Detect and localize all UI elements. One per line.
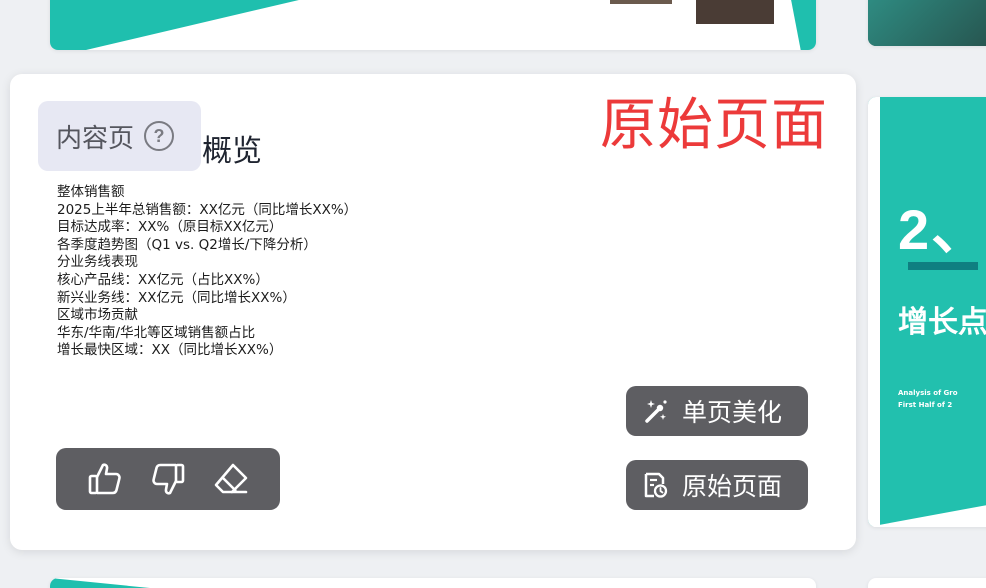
thumbnail-divider — [908, 262, 978, 270]
content-line: 分业务线表现 — [57, 254, 138, 271]
thumbnail-teal-shape — [50, 578, 170, 588]
slide-thumbnail-bottom-left[interactable] — [50, 578, 816, 588]
thumbnail-english-text: Analysis of Gro First Half of 2 — [898, 387, 986, 411]
content-line: 2025上半年总销售额：XX亿元（同比增长XX%） — [57, 201, 358, 218]
magic-wand-icon — [640, 396, 670, 426]
page-title: 概览 — [202, 134, 262, 169]
feedback-toolbar — [56, 448, 280, 510]
thumbnail-section-number: 2、 — [898, 198, 986, 261]
thumbnail-english-line: First Half of 2 — [898, 401, 953, 409]
thumbnail-photo — [868, 0, 986, 46]
thumbnail-section-title: 增长点 — [898, 305, 986, 340]
content-line: 各季度趋势图（Q1 vs. Q2增长/下降分析） — [57, 236, 317, 253]
content-line: 核心产品线：XX亿元（占比XX%） — [57, 271, 269, 288]
thumbnail-edge — [868, 97, 880, 527]
thumbnail-photo — [696, 0, 774, 24]
slide-thumbnail-bottom-right[interactable] — [868, 578, 986, 588]
page-type-tag: 内容页 ? — [38, 101, 201, 171]
thumbs-up-icon[interactable] — [84, 458, 126, 500]
content-line: 整体销售额 — [57, 184, 125, 200]
thumbs-down-icon[interactable] — [147, 458, 189, 500]
original-page-label: 原始页面 — [682, 472, 783, 501]
slide-thumbnail-right[interactable]: 2、 增长点 Analysis of Gro First Half of 2 — [868, 97, 986, 527]
slide-content: 整体销售额 2025上半年总销售额：XX亿元（同比增长XX%） 目标达成率：XX… — [57, 184, 357, 360]
thumbnail-teal-shape — [788, 0, 816, 50]
page-type-label: 内容页 — [56, 123, 135, 154]
content-line: 区域市场贡献 — [57, 307, 138, 324]
eraser-icon[interactable] — [210, 458, 252, 500]
thumbnail-teal-shape — [50, 0, 350, 50]
content-line: 华东/华南/华北等区域销售额占比 — [57, 324, 256, 341]
thumbnail-photo — [610, 0, 672, 4]
annotation-label: 原始页面 — [600, 93, 828, 158]
beautify-page-label: 单页美化 — [682, 398, 783, 427]
slide-card: 概览 内容页 ? 原始页面 整体销售额 2025上半年总销售额：XX亿元（同比增… — [10, 74, 856, 550]
content-line: 新兴业务线：XX亿元（同比增长XX%） — [57, 289, 296, 306]
thumbnail-english-line: Analysis of Gro — [898, 389, 958, 397]
content-line: 增长最快区域：XX（同比增长XX%） — [57, 342, 283, 359]
slide-thumbnail-top-left[interactable] — [50, 0, 816, 50]
slide-thumbnail-top-right[interactable] — [868, 0, 986, 46]
original-page-button[interactable]: 原始页面 — [626, 460, 808, 510]
question-circle-icon[interactable]: ? — [144, 121, 175, 151]
document-clock-icon — [640, 470, 670, 500]
beautify-page-button[interactable]: 单页美化 — [626, 386, 808, 436]
content-line: 目标达成率：XX%（原目标XX亿元） — [57, 219, 283, 236]
